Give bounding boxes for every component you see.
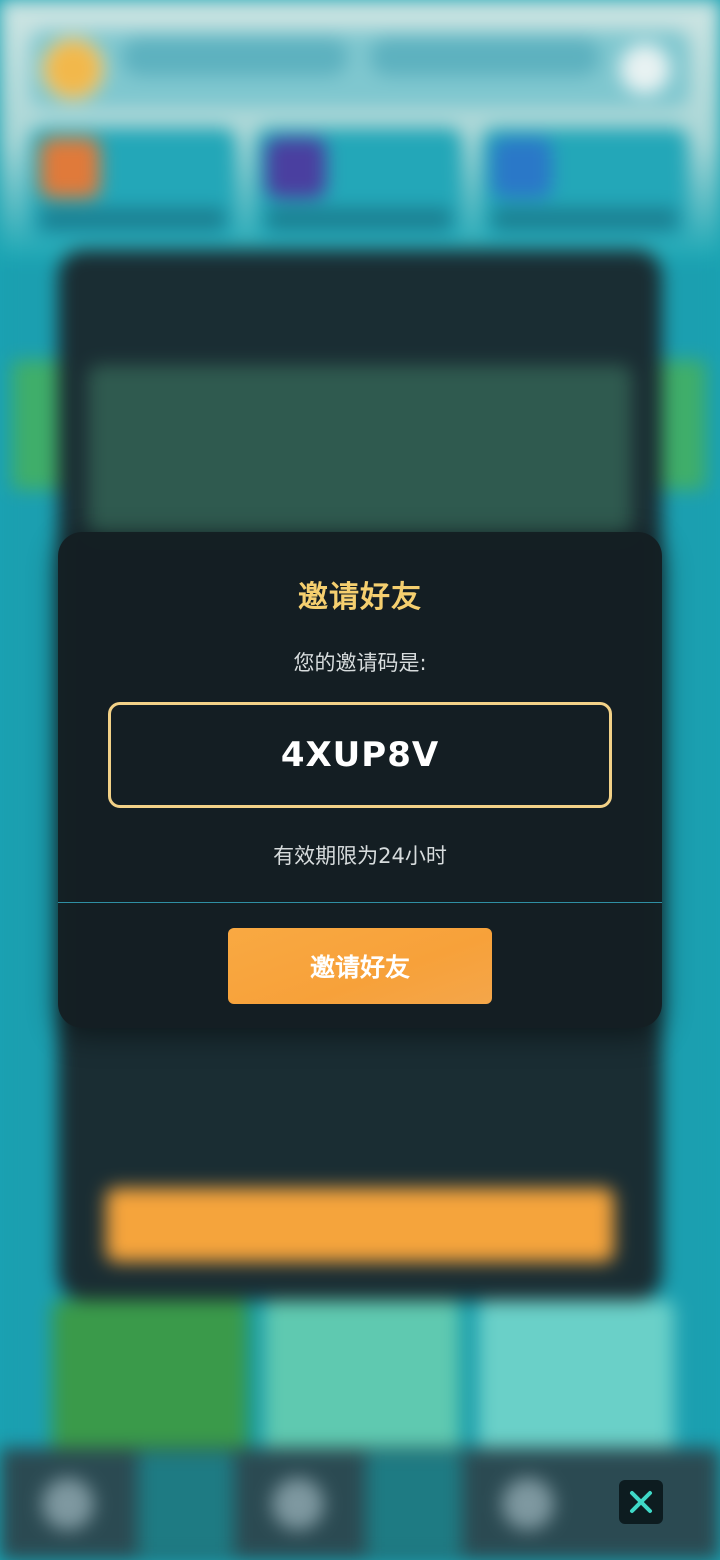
bg-resource-pill — [122, 38, 348, 76]
close-button[interactable] — [619, 1480, 663, 1524]
bg-gear-icon — [620, 44, 670, 94]
dialog-divider — [58, 902, 662, 903]
bg-bottom-nav — [0, 1448, 720, 1560]
invite-code-label: 您的邀请码是: — [293, 651, 427, 675]
bg-resource-pill — [370, 38, 600, 76]
close-icon — [630, 1491, 652, 1513]
validity-text: 有效期限为24小时 — [273, 844, 447, 868]
invite-code-box[interactable]: 4XUP8V — [108, 702, 612, 808]
bg-card — [482, 128, 688, 240]
invite-friends-button[interactable]: 邀请好友 — [228, 928, 492, 1004]
bg-card — [30, 128, 236, 240]
dialog-title: 邀请好友 — [298, 580, 422, 615]
invite-code-value[interactable]: 4XUP8V — [281, 735, 439, 775]
bg-info-box — [88, 365, 632, 535]
invite-friends-dialog: 邀请好友 您的邀请码是: 4XUP8V 有效期限为24小时 邀请好友 — [58, 532, 662, 1028]
bg-card — [256, 128, 462, 240]
bg-avatar — [42, 38, 104, 100]
bg-orange-button — [106, 1188, 614, 1262]
